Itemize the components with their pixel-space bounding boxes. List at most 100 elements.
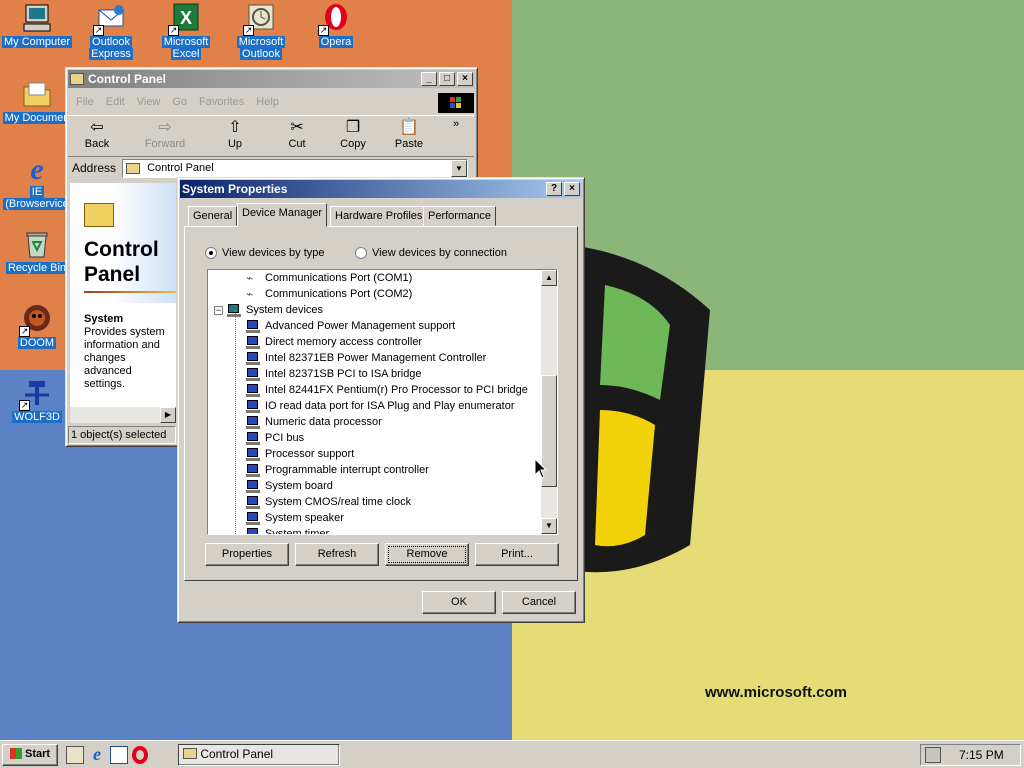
view-by-connection-radio[interactable]: View devices by connection <box>355 247 507 259</box>
device-tree-list[interactable]: ⌁ Communications Port (COM1) ⌁ Communicatio… <box>207 269 558 535</box>
desktop-icon-microsoft-outlook[interactable]: ↗ Microsoft Outlook <box>224 2 298 60</box>
device-tree-item[interactable]: Programmable interrupt controller <box>246 462 429 478</box>
desktop-icon-doom[interactable]: ↗ DOOM <box>0 303 74 349</box>
device-tree-item[interactable]: IO read data port for ISA Plug and Play … <box>246 398 514 414</box>
cut-button[interactable]: ✂ Cut <box>272 118 322 150</box>
opera-icon[interactable] <box>132 746 148 764</box>
svg-text:X: X <box>180 8 192 28</box>
tab-performance[interactable]: Performance <box>423 206 496 226</box>
shortcut-arrow-icon: ↗ <box>19 326 30 337</box>
forward-button[interactable]: ⇨ Forward <box>140 118 190 150</box>
close-button[interactable]: × <box>564 182 580 196</box>
windows-logo-icon <box>9 748 22 759</box>
device-chip-icon <box>246 495 260 509</box>
minimize-button[interactable]: _ <box>421 72 437 86</box>
show-desktop-icon[interactable] <box>66 746 84 764</box>
scroll-down-button[interactable]: ▼ <box>541 518 557 534</box>
device-tree-item[interactable]: System speaker <box>246 510 344 526</box>
address-value: Control Panel <box>147 162 214 174</box>
control-panel-titlebar[interactable]: Control Panel _ □ × <box>68 70 475 88</box>
radio-selected-indicator <box>205 247 217 259</box>
menu-favorites[interactable]: Favorites <box>193 96 250 108</box>
internet-explorer-icon[interactable]: e <box>88 745 106 764</box>
menu-file[interactable]: File <box>70 96 100 108</box>
device-label: Direct memory access controller <box>265 336 423 348</box>
address-dropdown-button[interactable]: ▼ <box>451 160 467 177</box>
menu-help[interactable]: Help <box>250 96 285 108</box>
device-label: System timer <box>265 528 330 535</box>
device-tree-item[interactable]: Processor support <box>246 446 354 462</box>
device-tree-item[interactable]: System CMOS/real time clock <box>246 494 411 510</box>
desktop-icon-recycle-bin[interactable]: Recycle Bin <box>0 228 74 274</box>
tab-hardware-profiles[interactable]: Hardware Profiles <box>330 206 428 226</box>
device-tree-item[interactable]: Numeric data processor <box>246 414 382 430</box>
scroll-up-button[interactable]: ▲ <box>541 270 557 286</box>
close-button[interactable]: × <box>457 72 473 86</box>
icon-label: IE <box>29 186 45 198</box>
computer-icon <box>227 303 241 317</box>
vertical-scrollbar[interactable]: ▲ ▼ <box>541 270 557 534</box>
control-panel-small-icon <box>126 163 140 174</box>
properties-button[interactable]: Properties <box>205 543 289 566</box>
tab-general[interactable]: General <box>188 206 238 226</box>
device-label: Intel 82371SB PCI to ISA bridge <box>265 368 422 380</box>
outlook-express-icon[interactable] <box>110 746 128 764</box>
device-label: Programmable interrupt controller <box>265 464 429 476</box>
print-button[interactable]: Print... <box>475 543 559 566</box>
desktop-icon-outlook-express[interactable]: ↗ Outlook Express <box>74 2 148 60</box>
taskbar-task-control-panel[interactable]: Control Panel <box>178 744 340 766</box>
device-tree-item[interactable]: System board <box>246 478 333 494</box>
paste-button[interactable]: 📋 Paste <box>384 118 434 150</box>
icon-label: Opera <box>318 36 354 48</box>
menu-go[interactable]: Go <box>166 96 193 108</box>
shortcut-arrow-icon: ↗ <box>318 25 329 36</box>
device-tree-item[interactable]: ⌁ Communications Port (COM1) <box>246 270 412 286</box>
control-panel-heading: Control Panel <box>84 238 159 286</box>
address-field[interactable]: Control Panel ▼ <box>122 159 468 178</box>
device-tree-item[interactable]: ⌁ Communications Port (COM2) <box>246 286 412 302</box>
start-button[interactable]: Start <box>2 744 58 766</box>
device-tree-item[interactable]: Intel 82441FX Pentium(r) Pro Processor t… <box>246 382 528 398</box>
desktop-icon-my-computer[interactable]: My Computer <box>0 2 74 48</box>
menu-view[interactable]: View <box>131 96 167 108</box>
refresh-button[interactable]: Refresh <box>295 543 379 566</box>
heading-divider <box>84 291 176 293</box>
device-tree-item[interactable]: Intel 82371SB PCI to ISA bridge <box>246 366 422 382</box>
desktop-icon-my-documents[interactable]: My Documen <box>0 78 74 124</box>
system-properties-dialog: System Properties ? × General Device Man… <box>177 177 585 623</box>
up-button[interactable]: ⇧ Up <box>210 118 260 150</box>
back-button[interactable]: ⇦ Back <box>72 118 122 150</box>
cancel-button[interactable]: Cancel <box>502 591 576 614</box>
clock[interactable]: 7:15 PM <box>959 748 1004 762</box>
collapse-toggle-icon[interactable]: − <box>214 305 223 315</box>
remove-button[interactable]: Remove <box>385 543 469 566</box>
radio-label: View devices by type <box>222 247 325 259</box>
device-tree-item[interactable]: PCI bus <box>246 430 304 446</box>
recycle-bin-icon <box>21 228 53 260</box>
device-label: Numeric data processor <box>265 416 382 428</box>
desktop-icon-opera[interactable]: ↗ Opera <box>299 2 373 48</box>
device-tree-item[interactable]: Direct memory access controller <box>246 334 422 350</box>
toolbar-more-chevron[interactable]: » <box>444 118 468 130</box>
shortcut-arrow-icon: ↗ <box>168 25 179 36</box>
ok-button[interactable]: OK <box>422 591 496 614</box>
help-button[interactable]: ? <box>546 182 562 196</box>
device-tree-item[interactable]: − System devices <box>214 302 323 318</box>
desktop: www.microsoft.com My Computer ↗ Outlook … <box>0 0 1024 740</box>
device-tree-item[interactable]: Intel 82371EB Power Management Controlle… <box>246 350 486 366</box>
desktop-icon-ie-browservice[interactable]: e IE (Browservice <box>0 152 74 210</box>
standard-toolbar: ⇦ Back ⇨ Forward ⇧ Up ✂ Cut ❐ Copy 📋 Paste » <box>68 115 474 157</box>
network-tray-icon[interactable] <box>925 747 941 763</box>
system-properties-titlebar[interactable]: System Properties ? × <box>180 180 582 198</box>
device-tree-item[interactable]: System timer <box>246 526 330 535</box>
menu-edit[interactable]: Edit <box>100 96 131 108</box>
view-by-type-radio[interactable]: View devices by type <box>205 247 325 259</box>
copy-button[interactable]: ❐ Copy <box>328 118 378 150</box>
desktop-icon-wolf3d[interactable]: ↗ WOLF3D <box>0 377 74 423</box>
scroll-right-button[interactable]: ▶ <box>160 407 176 423</box>
maximize-button[interactable]: □ <box>439 72 455 86</box>
tab-device-manager[interactable]: Device Manager <box>237 203 328 227</box>
horizontal-scrollbar[interactable]: ▶ <box>70 407 176 423</box>
device-tree-item[interactable]: Advanced Power Management support <box>246 318 455 334</box>
desktop-icon-microsoft-excel[interactable]: X ↗ Microsoft Excel <box>149 2 223 60</box>
